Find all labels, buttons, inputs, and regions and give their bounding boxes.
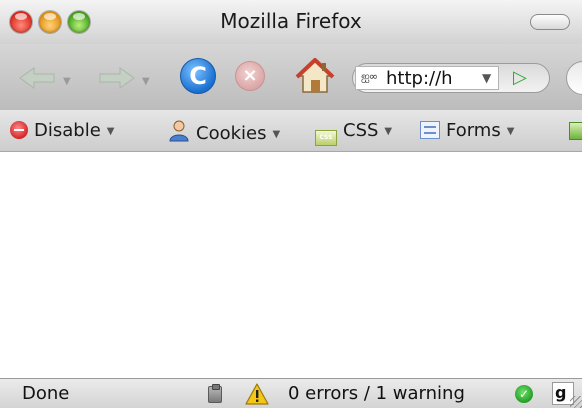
error-console-summary[interactable]: 0 errors / 1 warning bbox=[288, 383, 465, 404]
navigation-toolbar: ▼ ▼ C × ஐ∞ http://h ▼ ▷ bbox=[0, 44, 582, 110]
toolbar-toggle-button[interactable] bbox=[530, 14, 570, 30]
url-history-dropdown[interactable]: ▼ bbox=[482, 71, 491, 85]
chevron-down-icon: ▼ bbox=[384, 126, 393, 137]
cookies-label: Cookies bbox=[196, 123, 267, 144]
disable-icon bbox=[10, 121, 28, 139]
forms-icon bbox=[420, 121, 440, 139]
cookies-menu-button[interactable]: Cookies ▼ bbox=[168, 120, 281, 144]
status-bar: Done 0 errors / 1 warning ✓ g bbox=[0, 378, 582, 408]
site-identity-icon[interactable]: ஐ∞ bbox=[361, 70, 378, 85]
reload-icon[interactable]: C bbox=[180, 58, 216, 94]
status-text: Done bbox=[22, 383, 70, 404]
forward-history-dropdown[interactable]: ▼ bbox=[142, 76, 150, 87]
clipboard-icon[interactable] bbox=[208, 384, 222, 403]
page-content bbox=[0, 153, 582, 378]
back-history-dropdown[interactable]: ▼ bbox=[63, 76, 71, 87]
resize-grip-icon[interactable] bbox=[570, 396, 582, 408]
chevron-down-icon: ▼ bbox=[272, 129, 281, 140]
back-arrow-icon[interactable] bbox=[18, 66, 58, 90]
css-label: CSS bbox=[343, 120, 379, 141]
url-input[interactable]: http://h bbox=[386, 68, 476, 89]
disable-label: Disable bbox=[34, 120, 101, 141]
home-icon[interactable] bbox=[295, 56, 335, 96]
css-menu-button[interactable]: CSS CSS ▼ bbox=[315, 120, 393, 146]
window-title: Mozilla Firefox bbox=[220, 9, 362, 33]
images-icon[interactable] bbox=[569, 122, 582, 140]
cookies-icon bbox=[169, 120, 189, 142]
url-field[interactable]: ஐ∞ http://h ▼ bbox=[355, 66, 499, 90]
forms-label: Forms bbox=[446, 120, 501, 141]
forward-arrow-icon[interactable] bbox=[96, 66, 136, 90]
stop-icon[interactable]: × bbox=[235, 61, 265, 91]
chevron-down-icon: ▼ bbox=[106, 126, 115, 137]
warning-icon[interactable] bbox=[245, 383, 269, 405]
disable-menu-button[interactable]: Disable ▼ bbox=[10, 120, 114, 142]
chevron-down-icon: ▼ bbox=[506, 126, 515, 137]
title-bar: Mozilla Firefox bbox=[0, 0, 582, 44]
web-developer-toolbar: Disable ▼ Cookies ▼ CSS CSS ▼ Forms ▼ bbox=[0, 110, 582, 152]
check-ok-icon[interactable]: ✓ bbox=[515, 385, 533, 403]
go-arrow-icon[interactable]: ▷ bbox=[513, 67, 527, 88]
forms-menu-button[interactable]: Forms ▼ bbox=[420, 120, 514, 142]
css-icon: CSS bbox=[315, 130, 337, 146]
location-bar: ஐ∞ http://h ▼ ▷ bbox=[352, 63, 550, 93]
search-box[interactable] bbox=[566, 61, 582, 95]
